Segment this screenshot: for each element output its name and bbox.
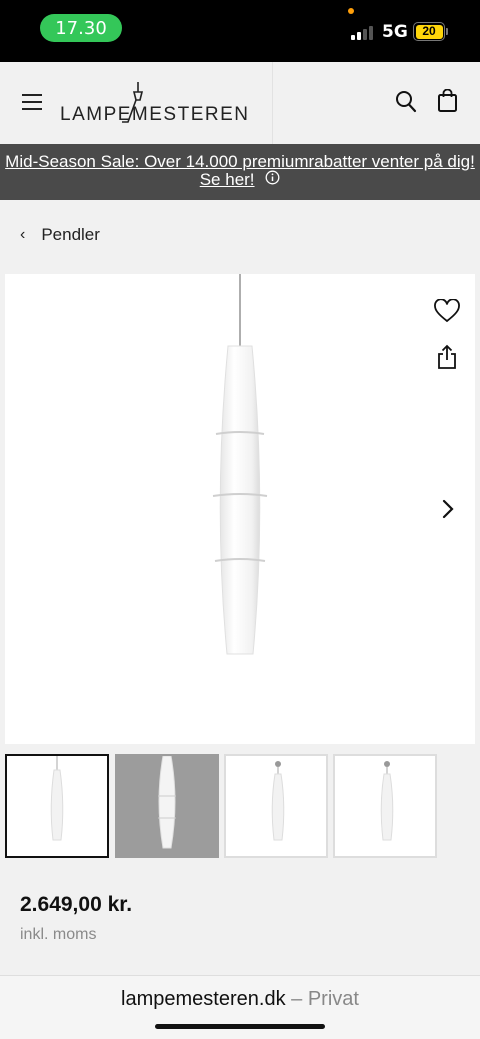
breadcrumb-back[interactable]: ‹ Pendler bbox=[20, 220, 100, 250]
chevron-right-icon[interactable] bbox=[435, 494, 461, 524]
browser-address-bar[interactable]: lampemesteren.dk – Privat bbox=[0, 975, 480, 1039]
thumbnail-3[interactable] bbox=[224, 754, 328, 858]
browser-separator: – bbox=[291, 988, 303, 1010]
site-header: LAMPEMESTEREN bbox=[0, 62, 480, 144]
status-bar: 17.30 5G 20 bbox=[0, 0, 480, 62]
home-indicator[interactable] bbox=[155, 1024, 325, 1029]
site-logo[interactable]: LAMPEMESTEREN bbox=[60, 82, 250, 126]
product-image bbox=[212, 274, 268, 655]
status-time: 17.30 bbox=[40, 14, 122, 42]
share-icon[interactable] bbox=[436, 344, 458, 370]
search-icon[interactable] bbox=[395, 90, 417, 114]
vat-note: inkl. moms bbox=[20, 926, 97, 943]
battery-level: 20 bbox=[415, 24, 443, 39]
network-type: 5G bbox=[382, 22, 408, 42]
logo-text: LAMPEMESTEREN bbox=[60, 104, 250, 125]
info-icon[interactable] bbox=[265, 170, 280, 189]
thumbnail-1[interactable] bbox=[5, 754, 109, 858]
promo-text[interactable]: Mid-Season Sale: Over 14.000 premiumraba… bbox=[5, 152, 475, 189]
breadcrumb-label[interactable]: Pendler bbox=[41, 225, 100, 245]
thumbnail-4[interactable] bbox=[333, 754, 437, 858]
product-image-gallery[interactable] bbox=[5, 274, 475, 744]
battery-tip bbox=[446, 28, 448, 35]
thumbnail-2[interactable] bbox=[115, 754, 219, 858]
privacy-indicator-dot bbox=[348, 8, 354, 14]
header-divider bbox=[272, 62, 273, 144]
browser-url[interactable]: lampemesteren.dk – Privat bbox=[0, 988, 480, 1011]
browser-mode: Privat bbox=[307, 988, 359, 1010]
menu-icon[interactable] bbox=[22, 94, 42, 110]
battery-icon: 20 bbox=[413, 22, 445, 41]
heart-icon[interactable] bbox=[433, 298, 461, 323]
thumbnail-strip bbox=[5, 754, 480, 860]
chevron-left-icon[interactable]: ‹ bbox=[20, 226, 25, 244]
browser-domain: lampemesteren.dk bbox=[121, 988, 286, 1010]
bag-icon[interactable] bbox=[437, 88, 459, 113]
signal-icon bbox=[351, 24, 373, 40]
product-price: 2.649,00 kr. bbox=[20, 893, 133, 916]
promo-banner[interactable]: Mid-Season Sale: Over 14.000 premiumraba… bbox=[0, 144, 480, 200]
